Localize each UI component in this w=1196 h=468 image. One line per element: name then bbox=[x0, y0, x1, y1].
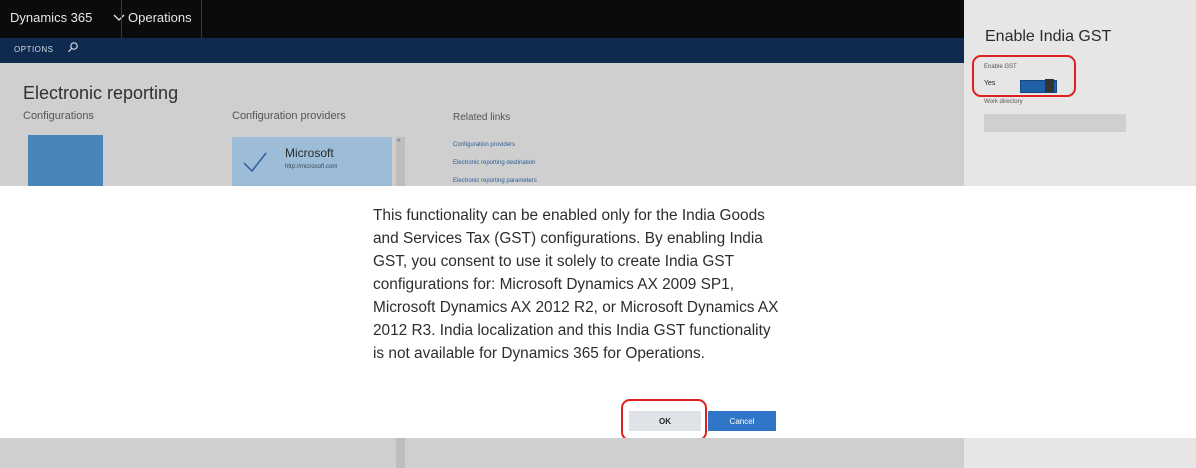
provider-url: http://microsoft.com bbox=[285, 164, 338, 170]
providers-header: Configuration providers bbox=[232, 110, 346, 122]
related-link-configuration-providers[interactable]: Configuration providers bbox=[453, 142, 515, 148]
related-links-header: Related links bbox=[453, 112, 511, 123]
configurations-tile[interactable] bbox=[28, 135, 103, 186]
highlight-ok bbox=[621, 399, 707, 441]
provider-name: Microsoft bbox=[285, 146, 334, 160]
topbar-divider bbox=[121, 0, 122, 38]
checkmark-icon bbox=[243, 152, 267, 173]
action-pane bbox=[0, 38, 964, 63]
topbar-divider bbox=[201, 0, 202, 38]
consent-message: This functionality can be enabled only f… bbox=[373, 207, 779, 362]
related-link-er-parameters[interactable]: Electronic reporting parameters bbox=[453, 178, 537, 184]
highlight-enable-gst bbox=[972, 55, 1076, 97]
providers-scrollbar-bottom bbox=[396, 438, 405, 468]
related-link-er-destination[interactable]: Electronic reporting destination bbox=[453, 160, 535, 166]
work-directory-field[interactable] bbox=[984, 114, 1126, 132]
module-link[interactable]: Operations bbox=[128, 10, 192, 25]
options-tab[interactable]: OPTIONS bbox=[14, 45, 54, 54]
panel-title: Enable India GST bbox=[985, 28, 1112, 45]
chevron-down-icon[interactable] bbox=[113, 13, 125, 23]
work-directory-label: Work directory bbox=[984, 99, 1023, 105]
search-icon[interactable] bbox=[66, 41, 80, 55]
panel-bottom bbox=[964, 438, 1196, 468]
workspace-overlay bbox=[0, 63, 964, 186]
configurations-header: Configurations bbox=[23, 110, 94, 122]
scroll-up-icon[interactable]: ^ bbox=[397, 139, 400, 146]
page-title: Electronic reporting bbox=[23, 83, 179, 103]
cancel-button[interactable]: Cancel bbox=[708, 411, 776, 431]
app-brand-menu[interactable]: Dynamics 365 bbox=[10, 10, 92, 25]
